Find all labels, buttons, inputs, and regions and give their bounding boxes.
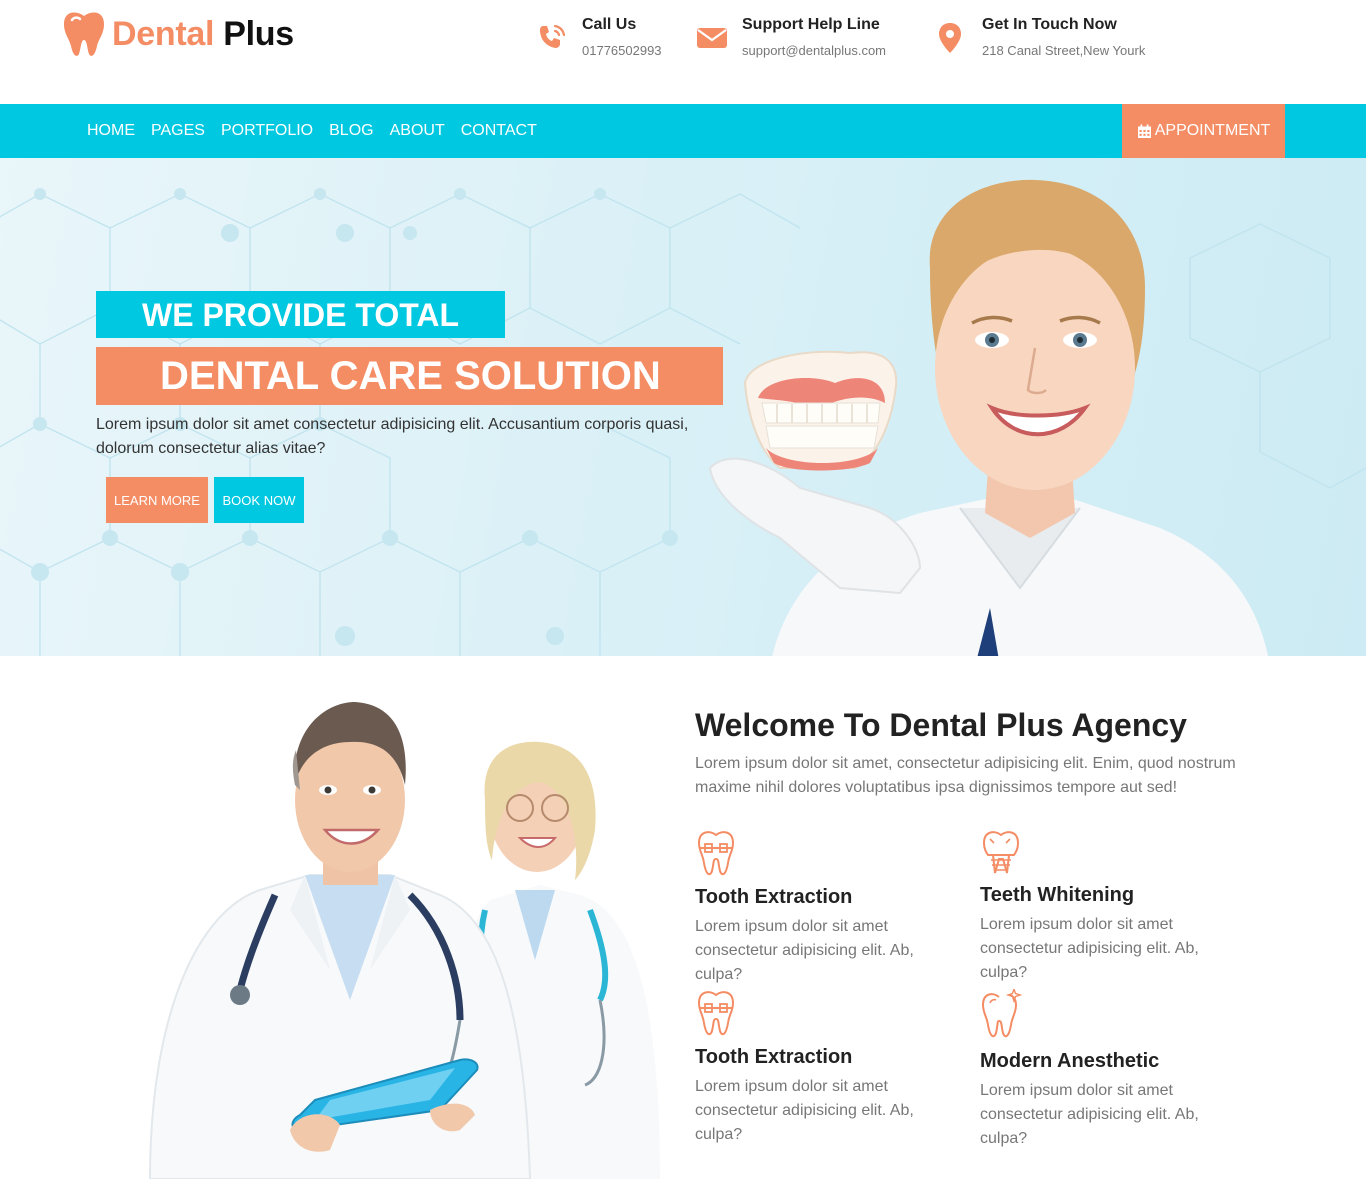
appointment-button[interactable]: APPOINTMENT [1122,104,1285,158]
service-card: Teeth Whitening Lorem ipsum dolor sit am… [980,829,1230,985]
service-description: Lorem ipsum dolor sit amet consectetur a… [980,916,1199,981]
contact-location-title: Get In Touch Now [982,16,1117,33]
service-title: Tooth Extraction [695,886,853,908]
service-card: Tooth Extraction Lorem ipsum dolor sit a… [695,829,945,987]
learn-more-button[interactable]: LEARN MORE [106,477,208,523]
hero-headline-line1: WE PROVIDE TOTAL [96,291,505,338]
brand-name-part2: Plus [223,14,294,53]
nav-portfolio[interactable]: PORTFOLIO [221,122,313,140]
contact-support-value[interactable]: support@dentalplus.com [742,43,886,58]
tooth-braces-icon [697,831,735,876]
nav-blog[interactable]: BLOG [329,122,373,140]
tooth-braces-icon [697,991,735,1036]
service-card: Tooth Extraction Lorem ipsum dolor sit a… [695,989,945,1147]
service-title: Tooth Extraction [695,1046,853,1068]
service-description: Lorem ipsum dolor sit amet consectetur a… [695,918,914,983]
service-card: Modern Anesthetic Lorem ipsum dolor sit … [980,986,1230,1151]
contact-location-value: 218 Canal Street,New Yourk [982,43,1146,58]
calendar-icon [1137,124,1151,138]
nav-pages[interactable]: PAGES [151,122,205,140]
dentist-holding-denture-photo [708,179,1269,656]
contact-call-title: Call Us [582,16,637,33]
tooth-logo-icon [64,12,104,56]
nav-home[interactable]: HOME [87,122,135,140]
main-nav: HOME PAGES PORTFOLIO BLOG ABOUT CONTACT … [0,104,1366,158]
contact-support: Support Help Line support@dentalplus.com [694,14,886,58]
nav-contact[interactable]: CONTACT [461,122,537,140]
contact-call-value[interactable]: 01776502993 [582,43,662,58]
map-pin-icon [939,23,961,53]
hero-headline-line2: DENTAL CARE SOLUTION [96,347,723,405]
service-title: Modern Anesthetic [980,1050,1160,1072]
phone-ring-icon [540,24,566,48]
brand-name-part1: Dental [112,14,215,53]
contact-call: Call Us 01776502993 [534,14,662,58]
hero-description: Lorem ipsum dolor sit amet consectetur a… [96,416,689,457]
appointment-label: APPOINTMENT [1154,122,1271,139]
contact-support-title: Support Help Line [742,16,880,33]
brand-logo[interactable]: Dental Plus [62,10,294,58]
hero-banner: WE PROVIDE TOTAL DENTAL CARE SOLUTION Lo… [0,158,1366,656]
service-description: Lorem ipsum dolor sit amet consectetur a… [980,1082,1199,1147]
site-header: Dental Plus Call Us 01776502993 Support … [0,0,1366,104]
service-title: Teeth Whitening [980,884,1135,906]
tooth-sparkle-icon [981,986,1023,1038]
service-description: Lorem ipsum dolor sit amet consectetur a… [695,1078,914,1143]
welcome-description: Lorem ipsum dolor sit amet, consectetur … [695,755,1236,796]
book-now-button[interactable]: BOOK NOW [214,477,304,523]
contact-location: Get In Touch Now 218 Canal Street,New Yo… [934,14,1145,58]
doctors-team-photo [148,702,660,1179]
envelope-icon [697,28,727,48]
nav-about[interactable]: ABOUT [390,122,445,140]
welcome-title: Welcome To Dental Plus Agency [695,707,1187,743]
brand-name: Dental Plus [112,15,294,54]
tooth-implant-icon [982,831,1020,874]
